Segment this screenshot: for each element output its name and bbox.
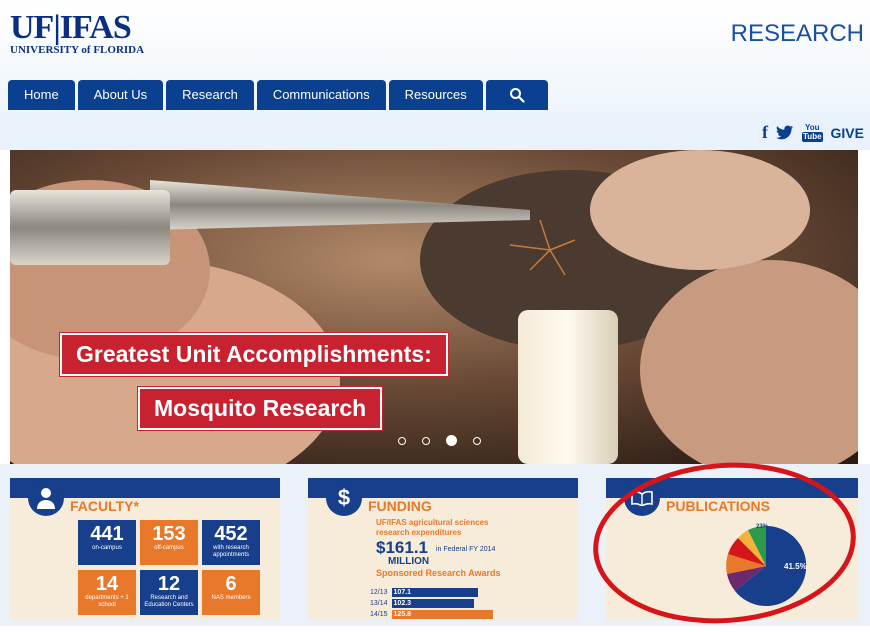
award-year: 12/13 <box>370 589 388 596</box>
stat-number: 14 <box>95 573 119 595</box>
stat-number: 12 <box>157 573 181 595</box>
carousel-dot-2[interactable] <box>422 436 430 445</box>
stat-number: 6 <box>225 573 237 595</box>
stat-label: with research appointments <box>212 545 250 558</box>
stat-box: 6 NAS members <box>202 570 260 615</box>
logo-subtitle: UNIVERSITY of FLORIDA <box>10 44 145 56</box>
nav-home[interactable]: Home <box>8 80 75 110</box>
funding-amount-unit: MILLION <box>388 556 430 567</box>
uf-ifas-logo[interactable]: UF|IFAS <box>10 10 132 46</box>
page: UF|IFAS UNIVERSITY of FLORIDA RESEARCH H… <box>0 0 870 632</box>
awards-title: Sponsored Research Awards <box>376 568 501 578</box>
main-nav: Home About Us Research Communications Re… <box>8 80 548 110</box>
award-year: 13/14 <box>370 600 388 607</box>
youtube-label-top: You <box>805 122 820 132</box>
youtube-icon[interactable]: You Tube <box>802 122 823 142</box>
give-link[interactable]: GIVE <box>831 125 864 141</box>
facebook-icon[interactable]: f <box>762 122 768 143</box>
hero-carousel[interactable]: Greatest Unit Accomplishments: Mosquito … <box>10 150 858 464</box>
stat-number: 452 <box>214 523 248 545</box>
award-bar: 107.1 <box>391 588 478 597</box>
site-header: UF|IFAS UNIVERSITY of FLORIDA RESEARCH H… <box>0 0 870 112</box>
stat-box: 12 Research and Education Centers <box>140 570 198 615</box>
carousel-dots <box>398 435 481 446</box>
hero-headline-2[interactable]: Mosquito Research <box>138 387 383 430</box>
stat-label: off-campus <box>154 545 184 551</box>
youtube-label-bottom: Tube <box>802 131 823 142</box>
funding-subtitle-2: research expenditures <box>376 528 462 537</box>
faculty-title: FACULTY* <box>70 498 139 514</box>
award-bar-row: 13/14 102.3 <box>370 599 474 608</box>
funding-title: FUNDING <box>368 498 432 514</box>
nav-research[interactable]: Research <box>166 80 254 110</box>
twitter-icon[interactable] <box>776 125 794 140</box>
stat-box: 441 on-campus <box>78 520 136 565</box>
carousel-dot-3-active[interactable] <box>446 435 457 446</box>
stat-label: Research and Education Centers <box>144 595 194 608</box>
person-icon <box>28 480 64 516</box>
stat-label: on-campus <box>92 545 122 551</box>
carousel-dot-4[interactable] <box>473 436 481 445</box>
stat-box: 153 off-campus <box>140 520 198 565</box>
stat-box: 14 departments + 1 school <box>78 570 136 615</box>
section-title[interactable]: RESEARCH <box>731 20 864 48</box>
funding-subtitle-1: UF/IFAS agricultural sciences <box>376 518 489 527</box>
nav-search-button[interactable] <box>485 80 548 110</box>
nav-about-us[interactable]: About Us <box>77 80 164 110</box>
stat-number: 441 <box>90 523 124 545</box>
award-bar: 102.3 <box>391 599 474 608</box>
award-bar: 125.8 <box>391 610 493 619</box>
search-icon <box>509 88 525 103</box>
social-links: f You Tube GIVE <box>762 122 864 143</box>
stat-number: 153 <box>152 523 186 545</box>
nav-resources[interactable]: Resources <box>388 80 483 110</box>
funding-amount-suffix: in Federal FY 2014 <box>436 546 496 553</box>
stat-label: departments + 1 school <box>85 595 129 608</box>
nav-communications[interactable]: Communications <box>256 80 386 110</box>
award-bar-row: 14/15 125.8 <box>370 610 493 619</box>
carousel-dot-1[interactable] <box>398 436 406 445</box>
utility-strip <box>0 112 870 150</box>
hero-headline-1[interactable]: Greatest Unit Accomplishments: <box>60 333 448 376</box>
stat-label: NAS members <box>211 595 251 601</box>
stat-box: 452 with research appointments <box>202 520 260 565</box>
award-year: 14/15 <box>370 611 388 618</box>
faculty-panel[interactable]: FACULTY* 441 on-campus 153 off-campus 45… <box>10 478 280 620</box>
dollar-icon: $ <box>326 480 362 516</box>
funding-amount: $161.1 <box>376 538 428 557</box>
funding-panel[interactable]: $ FUNDING UF/IFAS agricultural sciences … <box>308 478 578 620</box>
award-bar-row: 12/13 107.1 <box>370 588 478 597</box>
